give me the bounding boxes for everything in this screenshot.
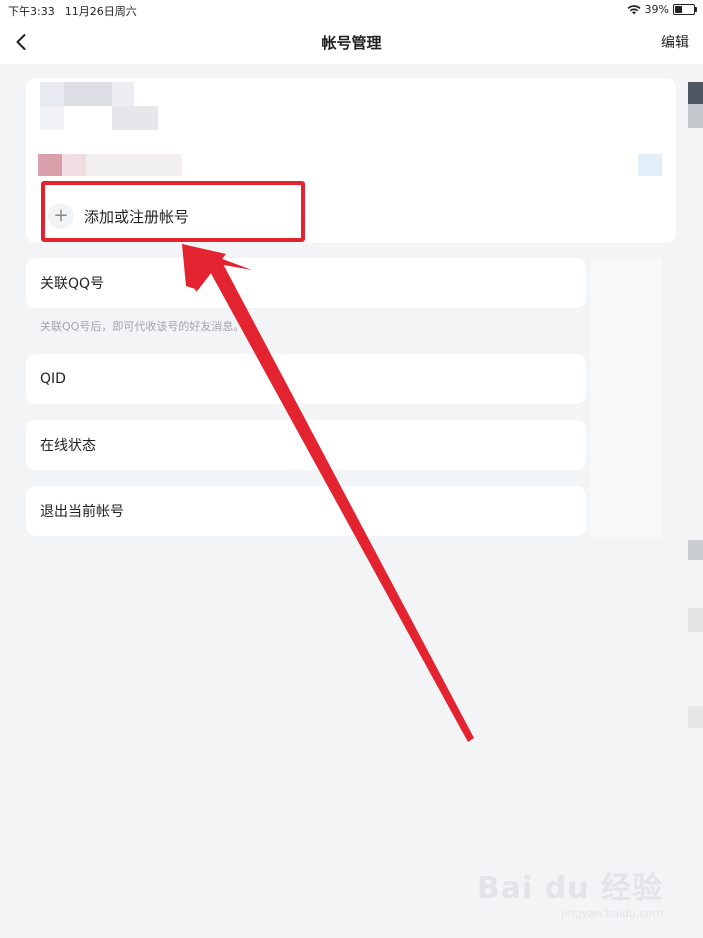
blurred-name (62, 154, 86, 176)
link-qq-hint: 关联QQ号后，即可代收该号的好友消息。 (40, 320, 245, 333)
blurred-name (86, 154, 182, 176)
blurred-strip (688, 706, 703, 728)
watermark-logo: Bai du 经验 (476, 871, 663, 906)
blurred-name (64, 82, 112, 106)
blurred-strip (688, 540, 703, 560)
link-qq-label: 关联QQ号 (40, 276, 105, 292)
watermark-url: jingyan.baidu.com (561, 907, 663, 920)
blurred-strip (688, 82, 703, 104)
nav-bar: 帐号管理 编辑 (0, 20, 703, 64)
online-status-label: 在线状态 (40, 438, 96, 454)
status-time: 下午3:33 (8, 5, 55, 18)
blurred-name (112, 106, 158, 130)
blurred-badge (638, 154, 662, 176)
blurred-avatar (40, 82, 64, 106)
qid-label: QID (40, 371, 66, 387)
battery-fill (675, 6, 682, 13)
status-left: 下午3:33 11月26日周六 (8, 3, 137, 19)
battery-percent: 39% (644, 3, 669, 16)
logout-label: 退出当前帐号 (40, 504, 124, 520)
watermark: Bai du 经验 jingyan.baidu.com (477, 863, 663, 920)
highlight-box (41, 181, 305, 242)
blurred-strip (688, 608, 703, 632)
blurred-panel (590, 258, 662, 538)
status-date: 11月26日周六 (64, 5, 137, 18)
link-qq-row[interactable]: 关联QQ号 (26, 258, 586, 308)
blurred-strip (688, 104, 703, 128)
page-title: 帐号管理 (321, 34, 382, 52)
status-right: 39% (627, 3, 697, 16)
wifi-icon (627, 4, 641, 15)
status-bar: 下午3:33 11月26日周六 39% (0, 0, 703, 20)
logout-row[interactable]: 退出当前帐号 (26, 486, 586, 536)
blurred-name (40, 106, 64, 130)
edit-button[interactable]: 编辑 (661, 32, 689, 52)
online-status-row[interactable]: 在线状态 (26, 420, 586, 470)
blurred-avatar (38, 154, 62, 176)
blurred-name (112, 82, 134, 106)
battery-icon (673, 4, 697, 15)
qid-row[interactable]: QID (26, 354, 586, 404)
